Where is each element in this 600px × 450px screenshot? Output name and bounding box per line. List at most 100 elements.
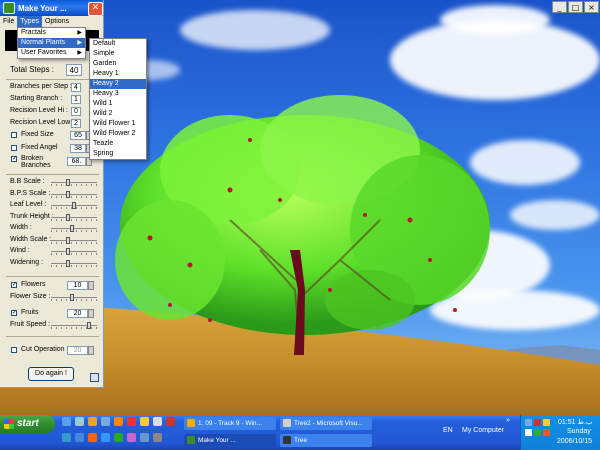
task-visual-studio[interactable]: Tree2 - Microsoft Visu... bbox=[280, 417, 372, 430]
menu-item-wild-flower-1[interactable]: Wild Flower 1 bbox=[90, 119, 146, 129]
quicklaunch-firefox-icon[interactable] bbox=[114, 417, 123, 426]
bps-scale-label: B.P.S Scale : bbox=[10, 189, 51, 197]
fruits-input[interactable]: 20 bbox=[67, 309, 88, 318]
do-again-button[interactable]: Do again ! bbox=[28, 367, 74, 381]
clock-date: 2006/10/15 bbox=[557, 438, 593, 445]
menu-item-heavy-1[interactable]: Heavy 1 bbox=[90, 69, 146, 79]
menu-item-user-favorites[interactable]: User Favorites ▶ bbox=[18, 48, 85, 58]
tray-app-icon[interactable] bbox=[525, 429, 532, 436]
menu-item-normal-plants[interactable]: Normal Plants ▶ bbox=[18, 38, 85, 48]
broken-branches-checkbox[interactable]: ✓ bbox=[11, 156, 17, 162]
width-scale-slider[interactable] bbox=[51, 236, 97, 244]
tray-update-icon[interactable] bbox=[534, 429, 541, 436]
menu-item-garden[interactable]: Garden bbox=[90, 59, 146, 69]
quicklaunch-notes-icon[interactable] bbox=[140, 417, 149, 426]
tray-security-icon[interactable] bbox=[543, 429, 550, 436]
quicklaunch-folder-icon[interactable] bbox=[62, 433, 71, 442]
app-icon bbox=[3, 2, 15, 14]
fixed-size-input[interactable]: 65 bbox=[70, 131, 86, 140]
menu-item-wild-flower-2[interactable]: Wild Flower 2 bbox=[90, 129, 146, 139]
quicklaunch-word-icon[interactable] bbox=[101, 433, 110, 442]
quicklaunch-app-icon[interactable] bbox=[127, 417, 136, 426]
maximize-icon[interactable]: □ bbox=[568, 1, 583, 13]
menu-types[interactable]: Types bbox=[17, 16, 42, 27]
quicklaunch-tool-icon[interactable] bbox=[153, 433, 162, 442]
quicklaunch-ie-icon[interactable] bbox=[62, 417, 71, 426]
quicklaunch-msn-icon[interactable] bbox=[75, 433, 84, 442]
quicklaunch-explorer-icon[interactable] bbox=[101, 417, 110, 426]
menu-item-spring[interactable]: Spring bbox=[90, 149, 146, 159]
menu-item-default[interactable]: Default bbox=[90, 39, 146, 49]
menu-item-wild-1[interactable]: Wild 1 bbox=[90, 99, 146, 109]
menu-item-heavy-2[interactable]: Heavy 2 bbox=[90, 79, 146, 89]
tray-antivirus-icon[interactable] bbox=[534, 419, 541, 426]
close-icon[interactable]: × bbox=[584, 1, 599, 13]
my-computer-toolbar[interactable]: My Computer bbox=[462, 427, 504, 434]
quicklaunch-pdf-icon[interactable] bbox=[166, 417, 175, 426]
clock-time[interactable]: 01:51 ب.ظ bbox=[558, 418, 592, 426]
broken-branches-input[interactable]: 68. bbox=[67, 157, 86, 166]
fixed-angel-input[interactable]: 38 bbox=[70, 144, 86, 153]
leaf-level-slider[interactable] bbox=[51, 202, 97, 209]
menu-item-wild-2[interactable]: Wild 2 bbox=[90, 109, 146, 119]
branches-per-step-input[interactable]: 4 bbox=[71, 83, 81, 92]
quicklaunch-excel-icon[interactable] bbox=[114, 433, 123, 442]
fruits-checkbox[interactable]: ✓ bbox=[11, 310, 17, 316]
menu-item-fractals[interactable]: Fractals ▶ bbox=[18, 28, 85, 38]
task-tree[interactable]: Tree bbox=[280, 434, 372, 447]
fixed-angel-checkbox[interactable] bbox=[11, 145, 17, 151]
flowers-spinner[interactable] bbox=[88, 281, 94, 290]
fixed-size-label: Fixed Size bbox=[21, 131, 54, 138]
flowers-label: Flowers bbox=[21, 281, 46, 288]
task-winamp[interactable]: 1. 09 - Track 9 - Win... bbox=[184, 417, 276, 430]
fruits-spinner[interactable] bbox=[88, 309, 94, 318]
language-indicator[interactable]: EN bbox=[443, 427, 453, 434]
flower-size-slider[interactable] bbox=[51, 294, 97, 301]
bps-scale-slider[interactable] bbox=[51, 190, 97, 198]
tray-network-icon[interactable] bbox=[525, 419, 532, 426]
quicklaunch-paint-icon[interactable] bbox=[127, 433, 136, 442]
close-button[interactable]: ✕ bbox=[88, 2, 103, 16]
menu-item-teazle[interactable]: Teazle bbox=[90, 139, 146, 149]
start-button[interactable]: start bbox=[0, 415, 55, 433]
width-slider[interactable] bbox=[51, 225, 97, 232]
cut-operation-input[interactable]: 20 bbox=[67, 346, 88, 355]
total-steps-label: Total Steps : bbox=[10, 65, 55, 74]
branches-per-step-label: Branches per Step : bbox=[10, 83, 72, 90]
quicklaunch-doc-icon[interactable] bbox=[153, 417, 162, 426]
tray-volume-icon[interactable] bbox=[543, 419, 550, 426]
minimize-icon[interactable]: _ bbox=[552, 1, 567, 13]
fruit-speed-label: Fruit Speed : bbox=[10, 321, 51, 328]
width-label: Width : bbox=[10, 224, 32, 231]
flower-size-label: Flower Size : bbox=[10, 293, 51, 300]
menu-item-simple[interactable]: Simple bbox=[90, 49, 146, 59]
toolbar-expand-icon[interactable]: » bbox=[506, 417, 510, 424]
starting-branch-input[interactable]: 1 bbox=[71, 95, 81, 104]
total-steps-value[interactable]: 40 bbox=[66, 64, 82, 76]
quicklaunch-desktop-icon[interactable] bbox=[75, 417, 84, 426]
trunk-height-slider[interactable] bbox=[51, 213, 97, 221]
leaf-level-label: Leaf Level : bbox=[10, 201, 47, 208]
recision-level-low-input[interactable]: 2 bbox=[71, 119, 81, 128]
quicklaunch-calc-icon[interactable] bbox=[140, 433, 149, 442]
bb-scale-slider[interactable] bbox=[51, 179, 97, 186]
resize-grip-icon[interactable] bbox=[90, 373, 99, 382]
recision-level-hi-input[interactable]: 0 bbox=[71, 107, 81, 116]
fruit-speed-slider[interactable] bbox=[51, 322, 97, 329]
flowers-input[interactable]: 10 bbox=[67, 281, 88, 290]
width-scale-label: Width Scale : bbox=[10, 235, 52, 243]
quicklaunch-vlc-icon[interactable] bbox=[88, 433, 97, 442]
cut-operation-spinner[interactable] bbox=[88, 346, 94, 355]
menu-file[interactable]: File bbox=[0, 16, 17, 27]
widening-slider[interactable] bbox=[51, 259, 97, 267]
wind-slider[interactable] bbox=[51, 248, 97, 255]
start-label: start bbox=[17, 418, 39, 429]
fixed-size-checkbox[interactable] bbox=[11, 132, 17, 138]
cut-operation-checkbox[interactable] bbox=[11, 347, 17, 353]
task-make-your[interactable]: Make Your ... bbox=[184, 434, 276, 447]
cut-operation-label: Cut Operation bbox=[21, 346, 65, 353]
menu-item-heavy-3[interactable]: Heavy 3 bbox=[90, 89, 146, 99]
menu-options[interactable]: Options bbox=[42, 16, 72, 27]
flowers-checkbox[interactable]: ✓ bbox=[11, 282, 17, 288]
quicklaunch-media-icon[interactable] bbox=[88, 417, 97, 426]
